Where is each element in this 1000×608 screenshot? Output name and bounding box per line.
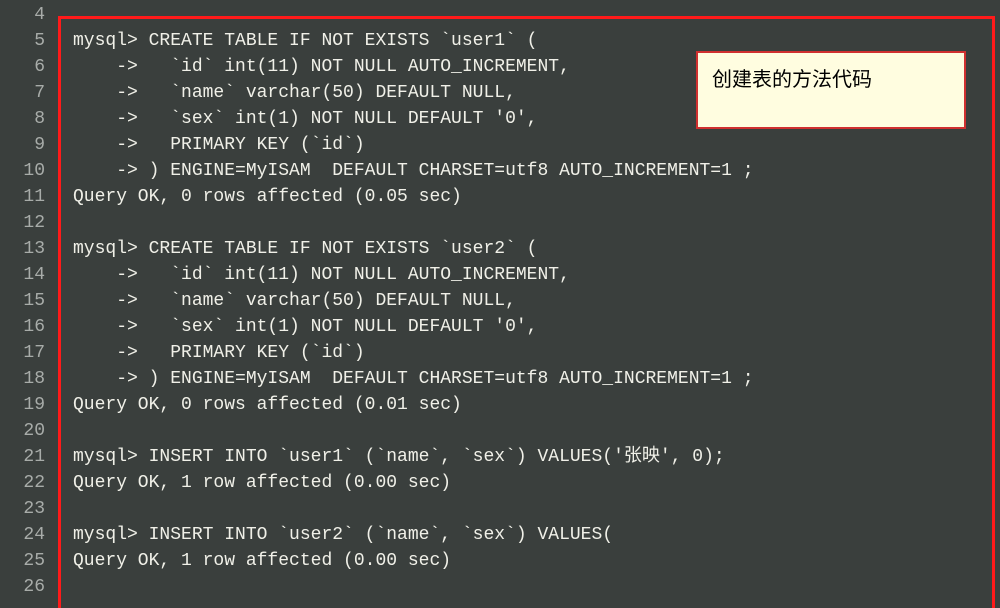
line-number: 15 [0,288,45,314]
code-line[interactable]: -> `id` int(11) NOT NULL AUTO_INCREMENT, [55,262,1000,288]
line-number: 20 [0,418,45,444]
code-line[interactable]: Query OK, 0 rows affected (0.05 sec) [55,184,1000,210]
line-number: 12 [0,210,45,236]
annotation-note[interactable]: 创建表的方法代码 [696,51,966,129]
code-line[interactable]: -> ) ENGINE=MyISAM DEFAULT CHARSET=utf8 … [55,158,1000,184]
code-line[interactable] [55,574,1000,600]
code-line[interactable] [55,418,1000,444]
line-number: 9 [0,132,45,158]
line-number: 17 [0,340,45,366]
line-number: 16 [0,314,45,340]
line-number: 14 [0,262,45,288]
code-line[interactable] [55,496,1000,522]
line-number-gutter: 4567891011121314151617181920212223242526 [0,0,55,608]
code-line[interactable] [55,210,1000,236]
line-number: 21 [0,444,45,470]
line-number: 25 [0,548,45,574]
line-number: 22 [0,470,45,496]
line-number: 6 [0,54,45,80]
code-content-area[interactable]: 创建表的方法代码 mysql> CREATE TABLE IF NOT EXIS… [55,0,1000,608]
code-line[interactable]: mysql> INSERT INTO `user1` (`name`, `sex… [55,444,1000,470]
line-number: 7 [0,80,45,106]
line-number: 13 [0,236,45,262]
annotation-text: 创建表的方法代码 [712,69,872,91]
code-line[interactable] [55,2,1000,28]
code-line[interactable]: mysql> INSERT INTO `user2` (`name`, `sex… [55,522,1000,548]
code-line[interactable]: -> PRIMARY KEY (`id`) [55,132,1000,158]
line-number: 18 [0,366,45,392]
line-number: 26 [0,574,45,600]
code-line[interactable]: -> `sex` int(1) NOT NULL DEFAULT '0', [55,314,1000,340]
line-number: 19 [0,392,45,418]
line-number: 10 [0,158,45,184]
code-editor: 4567891011121314151617181920212223242526… [0,0,1000,608]
code-line[interactable]: mysql> CREATE TABLE IF NOT EXISTS `user2… [55,236,1000,262]
code-line[interactable]: Query OK, 0 rows affected (0.01 sec) [55,392,1000,418]
line-number: 4 [0,2,45,28]
code-line[interactable]: -> `name` varchar(50) DEFAULT NULL, [55,288,1000,314]
line-number: 24 [0,522,45,548]
line-number: 8 [0,106,45,132]
line-number: 23 [0,496,45,522]
code-line[interactable]: -> ) ENGINE=MyISAM DEFAULT CHARSET=utf8 … [55,366,1000,392]
line-number: 5 [0,28,45,54]
code-line[interactable]: Query OK, 1 row affected (0.00 sec) [55,470,1000,496]
code-line[interactable]: Query OK, 1 row affected (0.00 sec) [55,548,1000,574]
line-number: 11 [0,184,45,210]
code-line[interactable]: -> PRIMARY KEY (`id`) [55,340,1000,366]
